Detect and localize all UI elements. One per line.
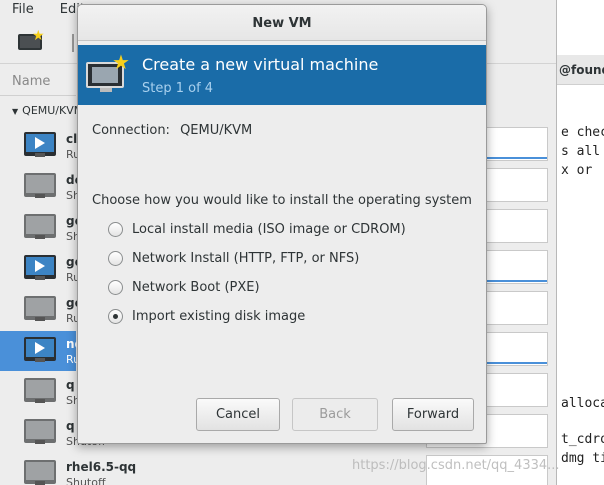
vm-shutoff-icon [24,460,56,485]
option-label: Network Install (HTTP, FTP, or NFS) [132,251,360,266]
star-icon: ★ [32,28,45,44]
radio-button[interactable] [108,280,123,295]
option-network-boot[interactable]: Network Boot (PXE) [108,280,260,295]
editor-line: s all [561,144,601,159]
vm-running-icon [24,255,56,280]
text-editor-window: @found e chec s all x or alloca t_cdro d… [556,0,604,485]
vm-row[interactable]: ge Sh [0,208,83,248]
connection-value: QEMU/KVM [180,123,253,138]
vm-row[interactable]: no Ru [0,331,83,371]
connection-label: Connection: [92,123,170,138]
menu-file[interactable]: File [12,2,34,17]
vm-row[interactable]: de Sh [0,167,83,207]
vm-running-icon [24,337,56,362]
radio-button[interactable] [108,251,123,266]
expander-icon[interactable]: ▼ [12,107,18,116]
back-button[interactable]: Back [292,398,378,431]
cancel-button[interactable]: Cancel [196,398,280,431]
new-vm-dialog: New VM ★ Create a new virtual machine St… [77,4,487,444]
vm-name: rhel6.5-qq [66,460,137,474]
vm-name: q [66,378,75,392]
new-vm-toolbar-button[interactable]: ★ [16,28,46,56]
vm-shutoff-icon [24,173,56,198]
option-local-install-media[interactable]: Local install media (ISO image or CDROM) [108,222,406,237]
new-vm-icon: ★ [86,52,130,92]
forward-button[interactable]: Forward [392,398,474,431]
vm-name: cl [66,132,78,146]
toolbar-separator [72,34,74,52]
connection-group-label: QEMU/KVM [22,104,84,117]
connection-group-row[interactable]: ▼ QEMU/KVM [0,98,83,122]
connection-row: Connection: QEMU/KVM [92,123,252,138]
vm-row[interactable]: ge Ru [0,249,83,289]
step-indicator: Step 1 of 4 [142,81,214,96]
banner-title: Create a new virtual machine [142,55,379,74]
watermark-text: https://blog.csdn.net/qq_4334... [352,458,560,473]
vm-row[interactable]: rhel6.5-qq Shutoff [0,454,200,485]
editor-title: @found [557,55,604,85]
wizard-banner: ★ Create a new virtual machine Step 1 of… [78,45,486,105]
option-label: Import existing disk image [132,309,306,324]
radio-button[interactable] [108,222,123,237]
editor-line: alloca [561,396,604,411]
vm-shutoff-icon [24,214,56,239]
option-label: Local install media (ISO image or CDROM) [132,222,406,237]
editor-line: t_cdro [561,432,604,447]
column-header-name[interactable]: Name [0,66,76,96]
option-label: Network Boot (PXE) [132,280,260,295]
editor-line: x or [561,163,593,178]
vm-row[interactable]: q Sh [0,372,80,412]
vm-row[interactable]: cl Ru [0,126,80,166]
option-import-disk-image[interactable]: Import existing disk image [108,309,305,324]
vm-shutoff-icon [24,419,56,444]
dialog-title: New VM [78,5,486,41]
vm-status: Shutoff [66,476,106,485]
vm-shutoff-icon [24,296,56,321]
radio-button-selected[interactable] [108,309,123,324]
install-method-label: Choose how you would like to install the… [92,193,472,208]
option-network-install[interactable]: Network Install (HTTP, FTP, or NFS) [108,251,359,266]
editor-line: e chec [561,125,604,140]
vm-row[interactable]: qShutoff [0,413,106,453]
vm-shutoff-icon [24,378,56,403]
vm-name: q [66,419,75,433]
vm-running-icon [24,132,56,157]
vm-row[interactable]: ge Ru [0,290,83,330]
editor-line: dmg ti [561,451,604,466]
